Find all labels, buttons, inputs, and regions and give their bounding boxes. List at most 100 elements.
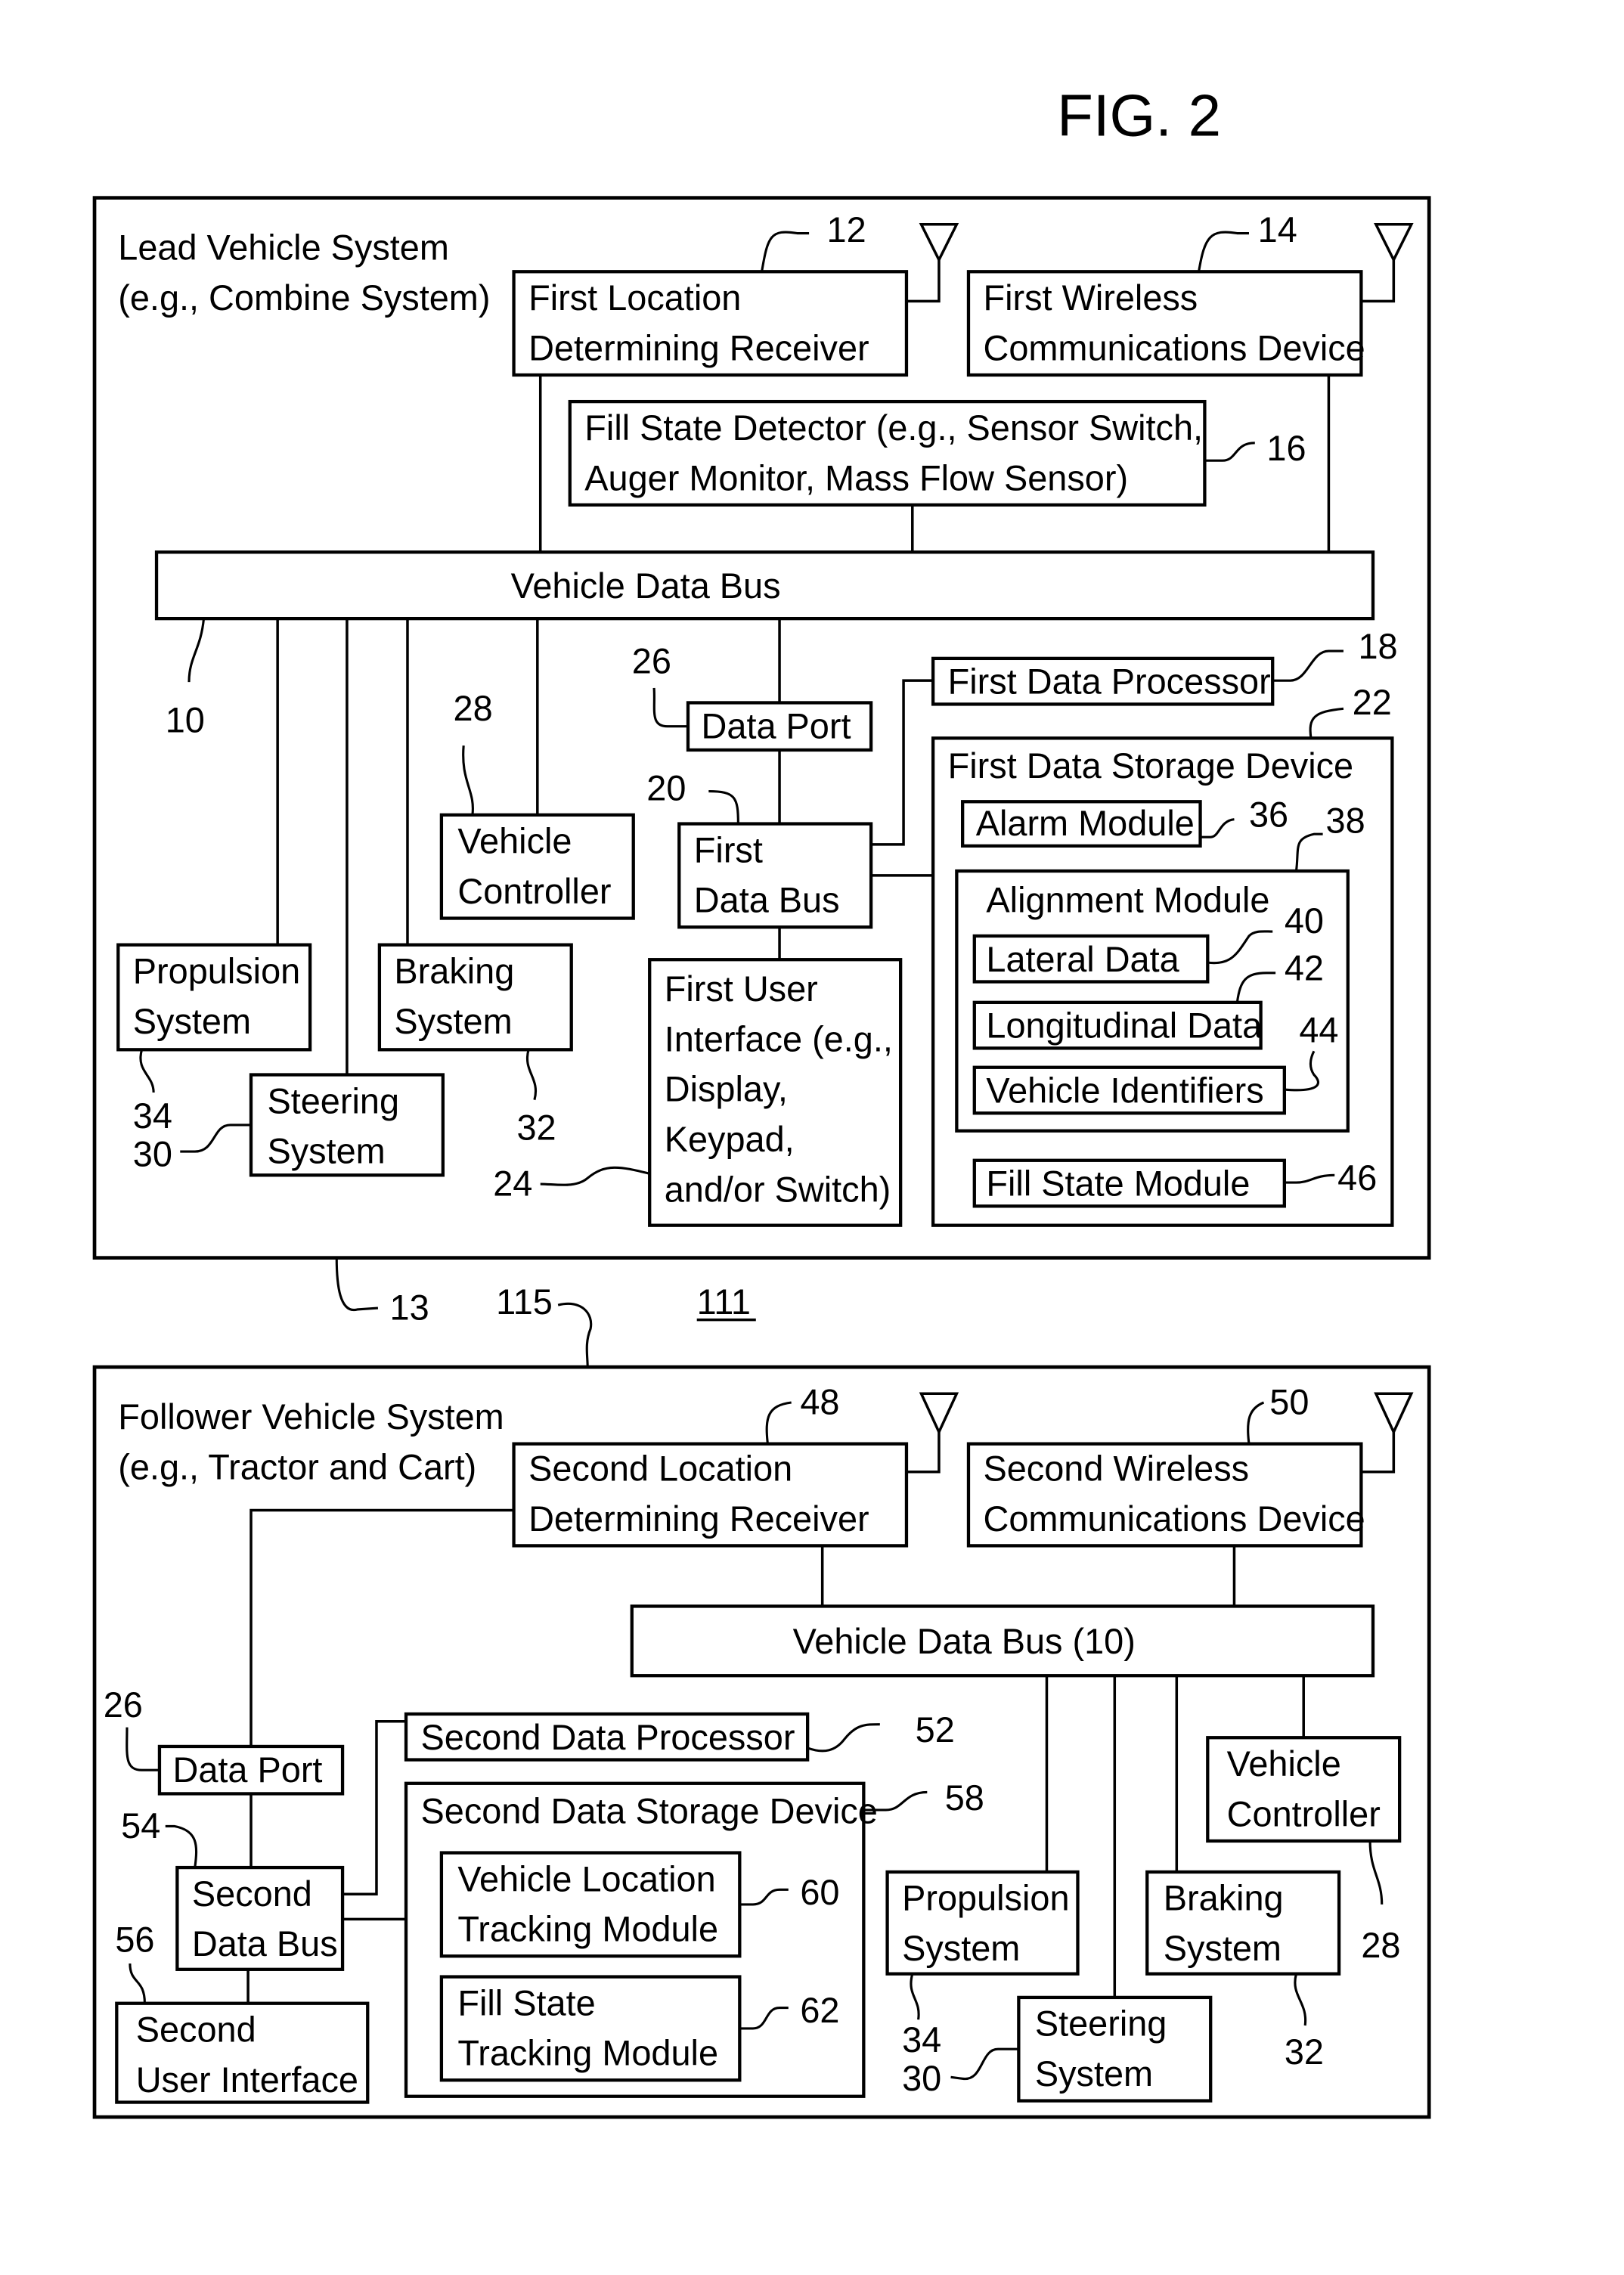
leader-line — [165, 1824, 198, 1868]
lead-steering-system: Steering System 30 — [133, 1073, 445, 1177]
leader-line — [1204, 442, 1255, 462]
block-label: Data Bus — [192, 1924, 338, 1964]
leader-line — [129, 1963, 146, 2004]
first-location-receiver: First Location Determining Receiver 12 — [512, 210, 959, 377]
follower-steering-system: Steering System 30 — [902, 1995, 1213, 2103]
block-label: Propulsion — [902, 1879, 1069, 1918]
block-label: System — [902, 1929, 1020, 1968]
block-label: Communications Device — [984, 328, 1365, 367]
block-label: Vehicle Location — [457, 1859, 715, 1898]
ref-40: 40 — [1285, 901, 1324, 941]
block-label: Communications Device — [984, 1499, 1365, 1539]
block-label: Fill State Detector (e.g., Sensor Switch… — [584, 408, 1203, 448]
ref-26: 26 — [632, 641, 671, 680]
leader-line — [1247, 1401, 1265, 1444]
ref-24: 24 — [493, 1164, 532, 1204]
ref-34-follower: 34 — [902, 2020, 941, 2060]
follower-vehicle-data-bus: Vehicle Data Bus (10) — [630, 1604, 1375, 1678]
ref-18: 18 — [1358, 627, 1397, 666]
lead-data-port: Data Port 26 — [632, 641, 873, 752]
fill-state-detector: Fill State Detector (e.g., Sensor Switch… — [568, 399, 1306, 507]
leader-line — [188, 618, 206, 683]
block-label: Interface (e.g., — [665, 1019, 893, 1058]
first-data-bus: First Data Bus 20 — [646, 768, 873, 929]
block-label: Propulsion — [133, 951, 300, 990]
ref-13: 13 — [390, 1288, 429, 1328]
block-label: Braking — [1164, 1879, 1284, 1918]
ref-32-follower: 32 — [1285, 2032, 1324, 2072]
follower-system-title: Follower Vehicle System — [118, 1397, 504, 1437]
ref-12: 12 — [827, 210, 866, 250]
leader-line — [761, 231, 810, 272]
leader-line — [1272, 649, 1344, 682]
ref-54: 54 — [121, 1806, 160, 1846]
lead-system-subtitle: (e.g., Combine System) — [118, 278, 490, 318]
ref-28-follower: 28 — [1361, 1926, 1400, 1965]
figure-title: FIG. 2 — [1057, 82, 1221, 149]
ref-62: 62 — [800, 1991, 839, 2030]
antenna-icon — [1361, 250, 1396, 303]
block-label: First Location — [528, 278, 741, 318]
lead-system-title: Lead Vehicle System — [118, 228, 449, 268]
antenna-icon — [1374, 1392, 1414, 1436]
block-label: Vehicle — [1227, 1744, 1341, 1784]
connector-line — [249, 1508, 514, 1747]
ref-34: 34 — [133, 1096, 172, 1136]
fig2-diagram: FIG. 2 Lead Vehicle System (e.g., Combin… — [92, 82, 1431, 2119]
ref-26-follower: 26 — [104, 1685, 143, 1725]
block-label: Vehicle — [457, 822, 572, 861]
block-label: Longitudinal Data — [986, 1006, 1263, 1046]
first-wireless-device: First Wireless Communications Device 14 — [966, 210, 1414, 377]
ref-16: 16 — [1266, 429, 1306, 468]
ref-10: 10 — [166, 701, 205, 740]
block-label: System — [133, 1002, 251, 1041]
leader-line — [765, 1401, 792, 1444]
block-label: Tracking Module — [457, 2034, 718, 2073]
leader-line — [462, 745, 474, 816]
leader-line — [652, 687, 688, 728]
leader-line — [950, 2047, 1019, 2080]
leader-line — [126, 1727, 160, 1771]
second-data-processor: Second Data Processor 52 — [404, 1710, 955, 1762]
block-label: Steering — [1035, 2004, 1167, 2044]
ref-42: 42 — [1285, 949, 1324, 988]
block-label: Controller — [1227, 1794, 1381, 1833]
block-label: System — [1164, 1929, 1282, 1968]
block-label: Vehicle Data Bus — [511, 566, 781, 606]
block-label: Vehicle Data Bus (10) — [793, 1622, 1136, 1661]
antenna-icon — [919, 223, 959, 263]
block-label: Second — [192, 1874, 312, 1914]
block-label: Keypad, — [665, 1120, 795, 1159]
block-label: Second Data Storage Device — [421, 1791, 878, 1830]
leader-line — [335, 1257, 379, 1311]
block-label: System — [267, 1132, 385, 1171]
block-label: and/or Switch) — [665, 1170, 891, 1209]
block-label: Controller — [457, 872, 611, 911]
ref-56: 56 — [115, 1920, 154, 1959]
leader-line — [180, 1124, 252, 1153]
ref-50: 50 — [1269, 1383, 1309, 1422]
follower-data-port: Data Port 26 — [104, 1685, 345, 1796]
block-label: First User — [665, 969, 818, 1009]
block-label: Second Wireless — [984, 1449, 1250, 1488]
block-label: Alarm Module — [976, 804, 1195, 843]
antenna-icon — [1374, 223, 1414, 263]
antenna-icon — [919, 1392, 959, 1436]
block-label: Lateral Data — [986, 940, 1179, 979]
antenna-icon — [906, 1423, 941, 1474]
connector-line — [871, 679, 934, 846]
block-label: Data Port — [173, 1750, 323, 1790]
ref-30-follower: 30 — [902, 2059, 941, 2098]
leader-line — [807, 1723, 880, 1753]
block-label: Tracking Module — [457, 1910, 718, 1949]
second-wireless-device: Second Wireless Communications Device 50 — [966, 1383, 1414, 1548]
ref-30: 30 — [133, 1135, 172, 1174]
block-label: First Data Storage Device — [948, 746, 1353, 786]
leader-line — [557, 1302, 593, 1368]
ref-48: 48 — [800, 1383, 839, 1422]
block-label: System — [394, 1002, 512, 1041]
leader-line — [1309, 707, 1344, 739]
block-label: Second Data Processor — [421, 1718, 795, 1757]
ref-58: 58 — [945, 1778, 984, 1818]
ref-44: 44 — [1299, 1011, 1338, 1050]
